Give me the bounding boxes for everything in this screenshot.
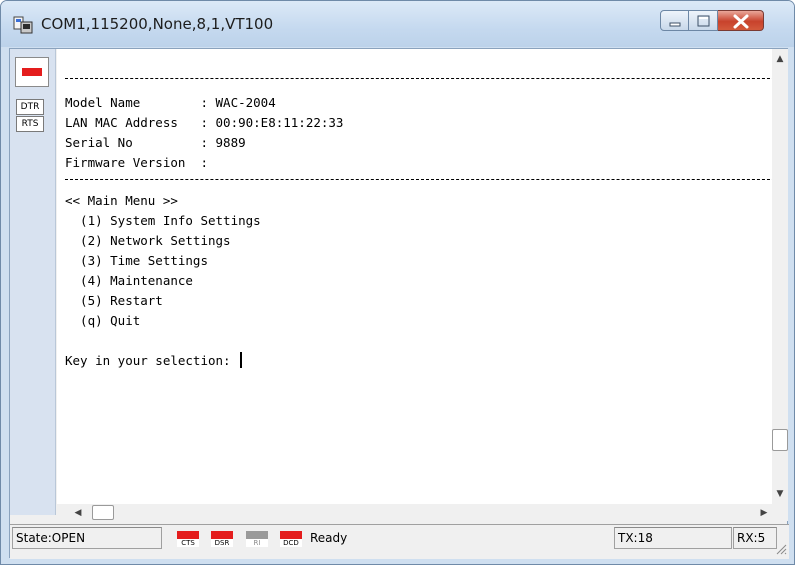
separator-line [65,179,772,180]
client-area: DTR RTS Model Name : WAC-2004 LAN MAC Ad… [9,48,789,559]
tx-counter: TX:18 [614,527,732,549]
title-bar[interactable]: COM1,115200,None,8,1,VT100 [1,1,794,47]
app-icon [13,16,33,34]
maximize-icon [697,15,710,27]
status-bar: State:OPEN CTS DSR RI DCD Ready TX:18 RX… [10,524,789,559]
menu-heading: << Main Menu >> [65,193,178,208]
vertical-scrollbar[interactable]: ▲ ▼ [772,49,788,504]
ri-label: RI [246,539,268,547]
dcd-indicator: DCD [280,531,302,547]
scroll-down-icon[interactable]: ▼ [772,486,788,502]
dsr-led-icon [211,531,233,539]
menu-item-system-info: (1) System Info Settings [65,213,261,228]
status-message: Ready [310,531,348,545]
horizontal-scrollbar[interactable]: ◀ ▶ [57,504,772,521]
scroll-left-icon[interactable]: ◀ [70,505,86,521]
menu-item-maintenance: (4) Maintenance [65,273,193,288]
dcd-led-icon [280,531,302,539]
control-panel: DTR RTS [10,49,56,515]
terminal-window: COM1,115200,None,8,1,VT100 DTR RTS Model… [0,0,795,565]
terminal-line-mac: LAN MAC Address : 00:90:E8:11:22:33 [65,115,344,130]
terminal-screen[interactable]: Model Name : WAC-2004 LAN MAC Address : … [57,49,772,504]
scroll-right-icon[interactable]: ▶ [756,505,772,521]
menu-item-restart: (5) Restart [65,293,163,308]
ri-led-icon [246,531,268,539]
menu-item-network: (2) Network Settings [65,233,231,248]
minimize-icon [669,22,681,27]
terminal-line-firmware: Firmware Version : [65,155,208,170]
cts-label: CTS [177,539,199,547]
maximize-button[interactable] [689,10,718,31]
rx-counter: RX:5 [733,527,777,549]
close-button[interactable] [718,10,764,31]
connection-toggle-button[interactable] [15,57,49,87]
menu-item-time: (3) Time Settings [65,253,208,268]
terminal-line-serial: Serial No : 9889 [65,135,246,150]
dtr-button[interactable]: DTR [16,99,44,115]
horizontal-scroll-thumb[interactable] [92,505,114,520]
text-cursor [240,352,243,368]
ri-indicator: RI [246,531,268,547]
separator-line [65,78,772,79]
dsr-indicator: DSR [211,531,233,547]
dsr-label: DSR [211,539,233,547]
cts-indicator: CTS [177,531,199,547]
vertical-scroll-thumb[interactable] [772,429,788,451]
selection-prompt[interactable]: Key in your selection: [65,352,243,370]
connection-led-icon [22,68,42,76]
connection-state: State:OPEN [12,527,162,549]
scroll-corner [772,504,788,521]
prompt-text: Key in your selection: [65,353,239,368]
resize-grip-icon[interactable] [775,543,787,555]
minimize-button[interactable] [660,10,689,31]
window-title: COM1,115200,None,8,1,VT100 [41,15,274,33]
menu-item-quit: (q) Quit [65,313,141,328]
cts-led-icon [177,531,199,539]
rts-button[interactable]: RTS [16,116,44,132]
scroll-up-icon[interactable]: ▲ [772,51,788,67]
terminal-line-model: Model Name : WAC-2004 [65,95,276,110]
close-icon [733,14,749,29]
dcd-label: DCD [280,539,302,547]
